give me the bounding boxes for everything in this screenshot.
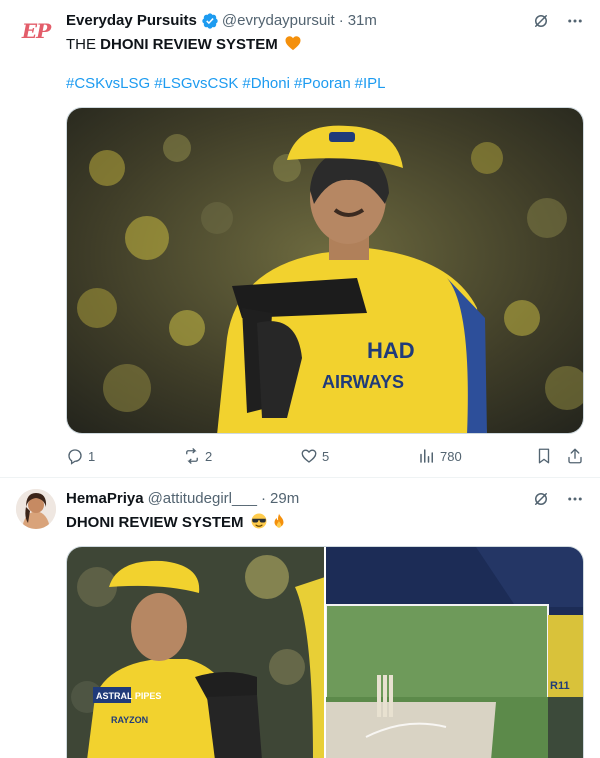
- author-handle[interactable]: @attitudegirl___: [148, 489, 257, 509]
- separator-dot: ·: [261, 490, 267, 507]
- reply-button[interactable]: 1: [66, 444, 95, 468]
- tweet-photo-grid: ASTRAL PIPES RAYZON R11: [66, 546, 584, 758]
- views-icon: [420, 449, 433, 463]
- fire-icon: [274, 513, 284, 528]
- hashtag-list: #CSKvsLSG #LSGvsCSK #Dhoni #Pooran #IPL: [66, 74, 390, 94]
- tweet-actions: 1 2 5 780: [66, 444, 584, 468]
- tweet-header-actions: [532, 12, 584, 30]
- tweet-photo[interactable]: ASTRAL PIPES RAYZON: [67, 547, 324, 758]
- like-count: 5: [322, 448, 330, 464]
- author-handle[interactable]: @evrydaypursuit: [222, 11, 335, 31]
- repost-button[interactable]: 2: [183, 444, 212, 468]
- share-icon: [568, 448, 582, 464]
- hashtag-link[interactable]: #LSGvsCSK: [154, 75, 238, 92]
- views-count: 780: [440, 448, 462, 464]
- tweet[interactable]: EP Everyday Pursuits @evrydaypursuit · 3…: [0, 0, 600, 478]
- repost-icon: [186, 448, 198, 464]
- orange-heart-icon: [285, 36, 301, 51]
- tweet-header: Everyday Pursuits @evrydaypursuit · 31m: [66, 11, 584, 31]
- hashtag-link[interactable]: #Dhoni: [242, 75, 290, 92]
- views-button[interactable]: 780: [418, 444, 462, 468]
- like-button[interactable]: 5: [300, 444, 329, 468]
- photo-drs-replay: R11: [326, 547, 583, 758]
- avatar[interactable]: EP: [16, 11, 56, 51]
- avatar[interactable]: [16, 489, 56, 529]
- timestamp[interactable]: 29m: [270, 489, 299, 509]
- more-icon[interactable]: [566, 490, 584, 508]
- avatar-photo: [16, 489, 56, 529]
- text-prefix: THE: [66, 36, 101, 53]
- reply-icon: [68, 449, 82, 465]
- jersey-text: AIRWAYS: [322, 372, 404, 392]
- tweet-header: HemaPriya @attitudegirl___ · 29m: [66, 489, 584, 509]
- photo-dhoni-gesture: AIRWAYS HAD: [67, 108, 583, 433]
- hashtag-link[interactable]: #Pooran: [294, 75, 351, 92]
- bookmark-icon: [538, 448, 550, 464]
- more-icon[interactable]: [566, 12, 584, 30]
- verified-badge-icon: [202, 13, 218, 29]
- separator-dot: ·: [338, 12, 344, 29]
- grok-icon[interactable]: [532, 490, 550, 508]
- text-bold: DHONI REVIEW SYSTEM: [100, 36, 278, 53]
- tweet-photo[interactable]: R11: [326, 547, 583, 758]
- sunglasses-face-icon: [251, 513, 267, 529]
- like-icon: [301, 449, 317, 463]
- hashtag-link[interactable]: #IPL: [355, 75, 386, 92]
- repost-count: 2: [205, 448, 213, 464]
- avatar-text: EP: [21, 19, 51, 43]
- timestamp[interactable]: 31m: [348, 11, 377, 31]
- sponsor-badge: RAYZON: [111, 715, 148, 725]
- tweet[interactable]: HemaPriya @attitudegirl___ · 29m DHONI R…: [0, 479, 600, 758]
- hashtag-link[interactable]: #CSKvsLSG: [66, 75, 150, 92]
- tweet-photo[interactable]: AIRWAYS HAD: [66, 107, 584, 434]
- jersey-number: R11: [550, 680, 570, 692]
- tweet-header-actions: [532, 490, 584, 508]
- bookmark-button[interactable]: [535, 444, 553, 468]
- text-bold: DHONI REVIEW SYSTEM: [66, 514, 244, 531]
- sponsor-badge: ASTRAL PIPES: [96, 691, 161, 701]
- author-name[interactable]: Everyday Pursuits: [66, 11, 197, 31]
- tweet-text: DHONI REVIEW SYSTEM: [66, 512, 584, 533]
- share-button[interactable]: [566, 444, 584, 468]
- photo-dhoni-keeper: ASTRAL PIPES RAYZON: [67, 547, 324, 758]
- tweet-text: THE DHONI REVIEW SYSTEM: [66, 34, 584, 55]
- grok-icon[interactable]: [532, 12, 550, 30]
- reply-count: 1: [88, 448, 96, 464]
- author-name[interactable]: HemaPriya: [66, 489, 144, 509]
- sponsor-text: HAD: [367, 338, 415, 363]
